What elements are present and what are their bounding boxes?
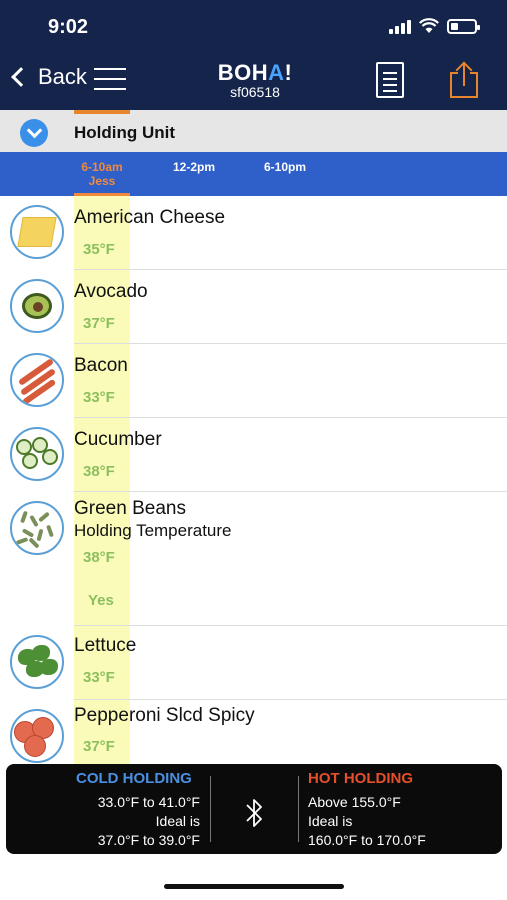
back-button[interactable]: Back: [11, 64, 87, 90]
item-name: Pepperoni Slcd Spicy: [74, 705, 255, 726]
item-name: Green Beans: [74, 498, 186, 519]
green-beans-image: [10, 501, 64, 555]
battery-icon: [447, 18, 480, 34]
wifi-icon: [419, 18, 439, 33]
tab-label: 12-2pm: [172, 160, 216, 174]
chevron-left-icon: [11, 67, 31, 87]
holding-unit-header: Holding Unit: [0, 110, 507, 152]
brand-suffix: !: [284, 60, 293, 85]
item-name: Bacon: [74, 355, 128, 376]
item-name: American Cheese: [74, 207, 226, 228]
status-icons: [389, 18, 480, 34]
cheese-image: [10, 205, 64, 259]
tab-12-2pm[interactable]: 12-2pm: [166, 160, 222, 174]
store-id: sf06518: [230, 84, 280, 100]
cucumber-image: [10, 427, 64, 481]
collapse-toggle-icon[interactable]: [20, 119, 48, 147]
bluetooth-icon[interactable]: [242, 796, 266, 830]
cold-range: 33.0°F to 41.0°F: [97, 794, 200, 810]
item-temp[interactable]: 33°F: [83, 389, 115, 406]
app-logo: BOHA! sf06518: [210, 60, 300, 100]
divider: [298, 776, 299, 842]
status-time: 9:02: [48, 16, 89, 38]
tab-6-10pm[interactable]: 6-10pm: [257, 160, 313, 174]
list-item-american-cheese[interactable]: American Cheese 35°F: [0, 196, 507, 270]
holding-ranges-panel: COLD HOLDING 33.0°F to 41.0°F Ideal is 3…: [6, 764, 502, 854]
brand-text: BOH: [217, 60, 269, 85]
item-name: Cucumber: [74, 429, 162, 450]
item-temp[interactable]: 37°F: [83, 738, 115, 755]
avocado-image: [10, 279, 64, 333]
item-name: Avocado: [74, 281, 148, 302]
item-temp[interactable]: 38°F: [83, 463, 115, 480]
item-temp[interactable]: 37°F: [83, 315, 115, 332]
list-item-bacon[interactable]: Bacon 33°F: [0, 344, 507, 418]
bacon-image: [10, 353, 64, 407]
cold-ideal-range: 37.0°F to 39.0°F: [97, 832, 200, 848]
time-tabs: 6-10am Jess 12-2pm 6-10pm: [0, 152, 507, 196]
list-item-avocado[interactable]: Avocado 37°F: [0, 270, 507, 344]
list-item-pepperoni[interactable]: Pepperoni Slcd Spicy 37°F: [0, 700, 507, 764]
item-name: Lettuce: [74, 635, 137, 656]
divider: [210, 776, 211, 842]
active-column-marker: [74, 110, 130, 114]
brand-accent: A: [268, 60, 285, 85]
hot-ideal-label: Ideal is: [308, 813, 353, 829]
unit-title: Holding Unit: [74, 123, 176, 142]
signal-icon: [389, 18, 411, 34]
hot-holding-title: HOT HOLDING: [308, 770, 413, 787]
tab-label: 6-10pm: [263, 160, 307, 174]
tab-label: 6-10am: [81, 160, 123, 174]
document-icon[interactable]: [376, 62, 404, 98]
item-temp[interactable]: 33°F: [83, 669, 115, 686]
list-item-lettuce[interactable]: Lettuce 33°F: [0, 626, 507, 700]
home-indicator[interactable]: [164, 884, 344, 889]
top-bar: 9:02 Back BOHA! sf06518: [0, 0, 507, 110]
list-item-green-beans[interactable]: Green Beans Holding Temperature 38°F Yes: [0, 492, 507, 626]
lettuce-image: [10, 635, 64, 689]
list-item-cucumber[interactable]: Cucumber 38°F: [0, 418, 507, 492]
menu-icon[interactable]: [94, 68, 126, 90]
item-subtitle: Holding Temperature: [74, 521, 232, 540]
tab-6-10am[interactable]: 6-10am Jess: [74, 160, 130, 188]
tab-user: Jess: [88, 174, 116, 188]
item-temp[interactable]: 35°F: [83, 241, 115, 258]
cold-holding-title: COLD HOLDING: [76, 770, 192, 787]
item-temp[interactable]: 38°F: [83, 549, 115, 566]
back-label: Back: [38, 64, 87, 89]
item-check-value[interactable]: Yes: [88, 592, 114, 609]
pepperoni-image: [10, 709, 64, 763]
hot-ideal-range: 160.0°F to 170.0°F: [308, 832, 426, 848]
hot-range: Above 155.0°F: [308, 794, 401, 810]
item-list: American Cheese 35°F Avocado 37°F Bacon …: [0, 196, 507, 764]
share-icon[interactable]: [450, 61, 478, 100]
cold-ideal-label: Ideal is: [155, 813, 200, 829]
